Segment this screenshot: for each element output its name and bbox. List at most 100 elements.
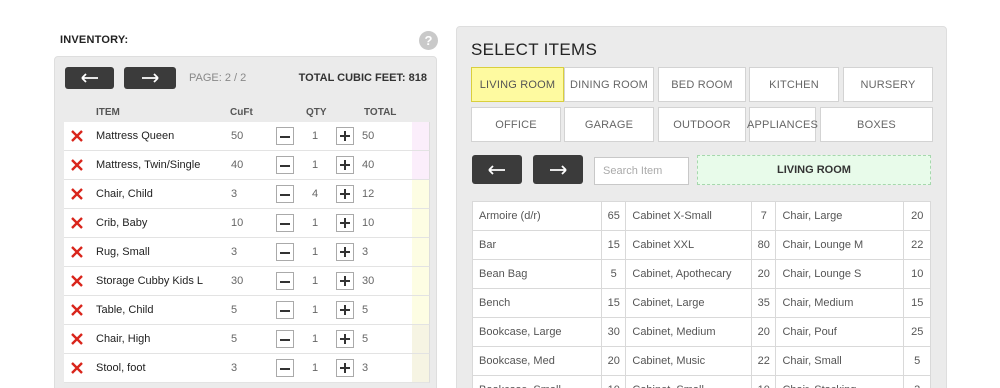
inventory-next-page-button[interactable] <box>124 67 176 89</box>
item-cuft: 3 <box>231 188 238 200</box>
increase-qty-button[interactable] <box>336 127 354 145</box>
item-cuft: 40 <box>231 159 244 171</box>
inventory-row: Table, Child 5 1 5 <box>64 296 430 325</box>
item-total: 12 <box>362 188 375 200</box>
catalog-item-name[interactable]: Cabinet, Medium <box>625 317 753 347</box>
room-tab-living-room[interactable]: LIVING ROOM <box>471 67 564 102</box>
catalog-item-name[interactable]: Chair, Lounge M <box>775 230 905 260</box>
decrease-qty-button[interactable] <box>276 156 294 174</box>
room-tab-dining-room[interactable]: DINING ROOM <box>564 67 654 102</box>
increase-qty-button[interactable] <box>336 272 354 290</box>
catalog-prev-button[interactable] <box>472 155 522 184</box>
room-tab-office[interactable]: OFFICE <box>471 107 561 142</box>
remove-item-icon[interactable] <box>70 158 84 172</box>
catalog-item-cuft: 30 <box>601 317 627 347</box>
catalog-item-cuft: 20 <box>751 259 777 289</box>
catalog-next-button[interactable] <box>533 155 583 184</box>
catalog-item-name[interactable]: Cabinet X-Small <box>625 201 753 231</box>
search-item-input[interactable] <box>594 157 689 185</box>
catalog-item-name[interactable]: Bookcase, Large <box>471 317 603 347</box>
inventory-row: Rug, Small 3 1 3 <box>64 238 430 267</box>
catalog-item-name[interactable]: Cabinet, Apothecary <box>625 259 753 289</box>
inventory-row: Chair, Child 3 4 12 <box>64 180 430 209</box>
catalog-item-cuft: 25 <box>903 317 931 347</box>
catalog-item-name[interactable]: Armoire (d/r) <box>471 201 603 231</box>
catalog-item-name[interactable]: Cabinet, Large <box>625 288 753 318</box>
remove-item-icon[interactable] <box>70 332 84 346</box>
catalog-item-cuft: 20 <box>601 346 627 376</box>
remove-item-icon[interactable] <box>70 245 84 259</box>
decrease-qty-button[interactable] <box>276 272 294 290</box>
item-cuft: 3 <box>231 246 238 258</box>
item-qty: 1 <box>311 246 319 258</box>
arrow-left-icon <box>80 73 98 83</box>
increase-qty-button[interactable] <box>336 185 354 203</box>
room-tab-appliances[interactable]: APPLIANCES <box>747 107 818 142</box>
increase-qty-button[interactable] <box>336 301 354 319</box>
item-total: 5 <box>362 304 369 316</box>
inventory-row: Crib, Baby 10 1 10 <box>64 209 430 238</box>
increase-qty-button[interactable] <box>336 243 354 261</box>
inventory-row: Mattress, Twin/Single 40 1 40 <box>64 151 430 180</box>
arrow-left-icon <box>488 164 505 175</box>
catalog-item-cuft: 10 <box>751 375 777 388</box>
help-icon[interactable]: ? <box>419 31 438 50</box>
catalog-item-name[interactable]: Bench <box>471 288 603 318</box>
remove-item-icon[interactable] <box>70 361 84 375</box>
decrease-qty-button[interactable] <box>276 214 294 232</box>
item-total: 5 <box>362 333 369 345</box>
column-header-cuft: CuFt <box>230 107 253 118</box>
room-tab-bed-room[interactable]: BED ROOM <box>658 67 746 102</box>
decrease-qty-button[interactable] <box>276 359 294 377</box>
increase-qty-button[interactable] <box>336 330 354 348</box>
catalog-item-name[interactable]: Bean Bag <box>471 259 603 289</box>
catalog-item-name[interactable]: Chair, Stacking <box>775 375 905 388</box>
catalog-item-name[interactable]: Cabinet, Music <box>625 346 753 376</box>
item-name: Crib, Baby <box>96 217 148 229</box>
catalog-item-name[interactable]: Bookcase, Small <box>471 375 603 388</box>
room-tab-garage[interactable]: GARAGE <box>564 107 654 142</box>
current-room-banner: LIVING ROOM <box>697 155 931 185</box>
remove-item-icon[interactable] <box>70 274 84 288</box>
decrease-qty-button[interactable] <box>276 185 294 203</box>
catalog-item-name[interactable]: Cabinet XXL <box>625 230 753 260</box>
remove-item-icon[interactable] <box>70 129 84 143</box>
catalog-row: Armoire (d/r) 65 Cabinet X-Small 7 Chair, La… <box>471 201 931 231</box>
increase-qty-button[interactable] <box>336 359 354 377</box>
item-name: Mattress Queen <box>96 130 175 142</box>
inventory-list: Mattress Queen 50 1 50 Mattress, Twin/Single… <box>64 122 430 383</box>
catalog-row: Bookcase, Large 30 Cabinet, Medium 20 Chair,… <box>471 317 931 347</box>
catalog-item-name[interactable]: Bar <box>471 230 603 260</box>
item-qty: 4 <box>311 188 319 200</box>
decrease-qty-button[interactable] <box>276 243 294 261</box>
decrease-qty-button[interactable] <box>276 301 294 319</box>
catalog-item-cuft: 7 <box>751 201 777 231</box>
item-cuft: 3 <box>231 362 238 374</box>
item-total: 40 <box>362 159 375 171</box>
increase-qty-button[interactable] <box>336 214 354 232</box>
room-tab-boxes[interactable]: BOXES <box>820 107 933 142</box>
catalog-row: Bench 15 Cabinet, Large 35 Chair, Medium 15 <box>471 288 931 318</box>
column-header-total: TOTAL <box>364 107 397 118</box>
catalog-item-cuft: 10 <box>903 259 931 289</box>
catalog-item-name[interactable]: Chair, Large <box>775 201 905 231</box>
remove-item-icon[interactable] <box>70 187 84 201</box>
room-tab-kitchen[interactable]: KITCHEN <box>749 67 839 102</box>
room-tab-nursery[interactable]: NURSERY <box>843 67 933 102</box>
catalog-item-name[interactable]: Chair, Lounge S <box>775 259 905 289</box>
catalog-item-name[interactable]: Chair, Small <box>775 346 905 376</box>
catalog-item-name[interactable]: Chair, Medium <box>775 288 905 318</box>
catalog-item-name[interactable]: Cabinet, Small <box>625 375 753 388</box>
decrease-qty-button[interactable] <box>276 330 294 348</box>
increase-qty-button[interactable] <box>336 156 354 174</box>
room-tab-outdoor[interactable]: OUTDOOR <box>658 107 746 142</box>
decrease-qty-button[interactable] <box>276 127 294 145</box>
catalog-item-name[interactable]: Bookcase, Med <box>471 346 603 376</box>
item-catalog-table: Armoire (d/r) 65 Cabinet X-Small 7 Chair, La… <box>471 201 931 388</box>
catalog-item-name[interactable]: Chair, Pouf <box>775 317 905 347</box>
remove-item-icon[interactable] <box>70 216 84 230</box>
catalog-item-cuft: 80 <box>751 230 777 260</box>
item-cuft: 5 <box>231 333 238 345</box>
remove-item-icon[interactable] <box>70 303 84 317</box>
inventory-prev-page-button[interactable] <box>65 67 114 89</box>
